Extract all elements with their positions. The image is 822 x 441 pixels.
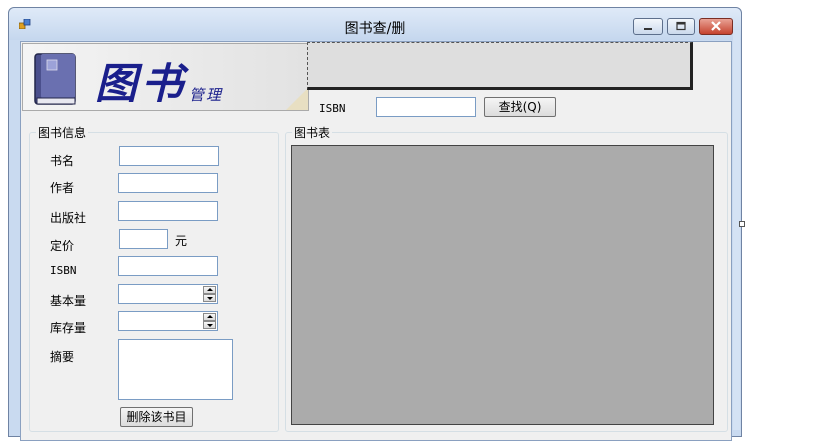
book-table-grid[interactable] — [291, 145, 714, 425]
stock-qty-label: 库存量 — [50, 321, 87, 335]
resize-handle[interactable] — [739, 221, 745, 227]
delete-book-button[interactable]: 删除该书目 — [120, 407, 193, 427]
author-label: 作者 — [50, 181, 75, 195]
book-info-group: 图书信息 书名 作者 出版社 定价 元 ISBN 基本量 库存量 摘要 删除该书… — [29, 124, 279, 432]
window-right-border — [733, 30, 740, 430]
publisher-label: 出版社 — [50, 211, 87, 225]
base-qty-label: 基本量 — [50, 294, 87, 308]
main-window: 图书查/删 图书 管理 ISBN 查找(Q) 图书信息 书名 作者 出版社 定价… — [8, 7, 742, 441]
stock-qty-stepper[interactable] — [118, 311, 218, 331]
isbn-search-input[interactable] — [376, 97, 476, 117]
price-field[interactable] — [119, 229, 168, 249]
header-panel — [307, 42, 693, 90]
stock-qty-spin-buttons[interactable] — [203, 313, 216, 329]
spin-down-icon[interactable] — [203, 321, 216, 329]
banner-title: 图书 — [95, 59, 188, 108]
banner-fold — [286, 88, 308, 110]
book-table-group-title: 图书表 — [292, 124, 333, 141]
window-title: 图书查/删 — [344, 21, 406, 37]
spin-down-icon[interactable] — [203, 294, 216, 302]
author-field[interactable] — [118, 173, 218, 193]
base-qty-stepper[interactable] — [118, 284, 218, 304]
close-button[interactable] — [699, 18, 733, 35]
price-label: 定价 — [50, 239, 75, 253]
name-label: 书名 — [50, 154, 75, 168]
find-button[interactable]: 查找(Q) — [484, 97, 556, 117]
minimize-icon — [644, 28, 652, 30]
banner-subtitle: 管理 — [189, 86, 224, 104]
summary-label: 摘要 — [50, 350, 75, 364]
spin-up-icon[interactable] — [203, 313, 216, 321]
book-icon — [34, 53, 76, 105]
isbn-search-label: ISBN — [319, 102, 346, 115]
publisher-field[interactable] — [118, 201, 218, 221]
price-unit: 元 — [175, 234, 188, 248]
isbn-label: ISBN — [50, 264, 77, 277]
name-field[interactable] — [119, 146, 219, 166]
summary-textarea[interactable] — [118, 339, 233, 400]
banner: 图书 管理 — [22, 43, 309, 111]
book-info-group-title: 图书信息 — [36, 124, 89, 141]
base-qty-spin-buttons[interactable] — [203, 286, 216, 302]
client-area: 图书 管理 ISBN 查找(Q) 图书信息 书名 作者 出版社 定价 元 ISB… — [20, 41, 732, 441]
maximize-button[interactable] — [667, 18, 695, 35]
title-bar[interactable]: 图书查/删 — [9, 8, 741, 40]
close-icon — [711, 21, 721, 31]
isbn-field[interactable] — [118, 256, 218, 276]
minimize-button[interactable] — [633, 18, 663, 35]
spin-up-icon[interactable] — [203, 286, 216, 294]
maximize-icon — [676, 21, 686, 31]
